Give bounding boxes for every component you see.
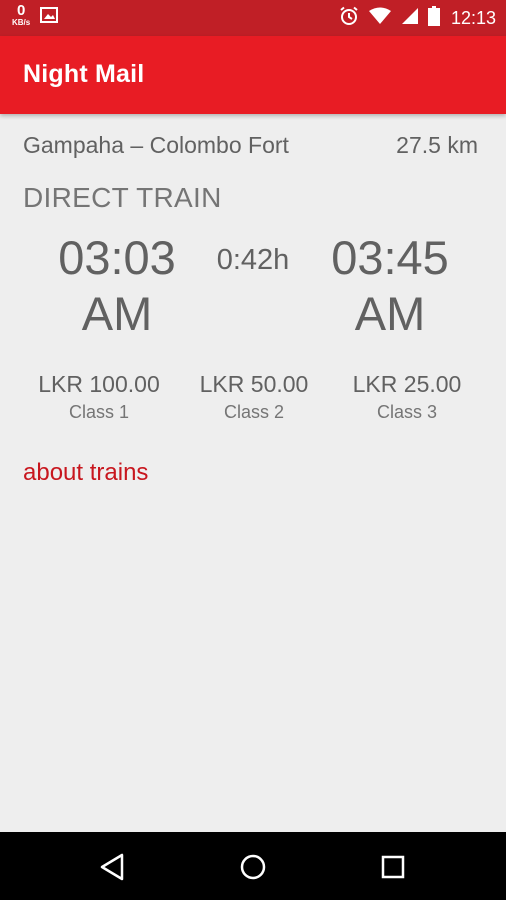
route-distance: 27.5 km: [396, 132, 478, 158]
image-icon: [40, 7, 59, 28]
departure-time: 03:03: [58, 231, 176, 284]
app-bar: Night Mail: [0, 36, 506, 114]
status-left: 0 KB/s: [12, 3, 59, 28]
network-speed-value: 0: [16, 2, 26, 19]
wifi-icon: [368, 7, 392, 30]
arrival-time: 03:45: [331, 231, 449, 284]
departure-period: AM: [81, 287, 153, 340]
fare-class-label: Class 3: [376, 402, 438, 422]
trip-duration: 0:42h: [216, 244, 290, 276]
route-row: Gampaha – Colombo Fort 27.5 km: [23, 132, 478, 159]
recents-icon: [381, 855, 405, 879]
network-speed: 0 KB/s: [12, 3, 30, 27]
network-speed-unit: KB/s: [12, 18, 31, 27]
app-title: Night Mail: [23, 60, 145, 88]
back-button[interactable]: [94, 849, 130, 885]
fare-class-2: LKR 50.00 Class 2: [183, 369, 325, 425]
train-type: DIRECT TRAIN: [23, 182, 222, 213]
arrival-time-block: 03:45 AM: [315, 230, 465, 342]
status-right: 12:13: [339, 0, 496, 36]
route-name: Gampaha – Colombo Fort: [23, 132, 289, 158]
back-icon: [100, 853, 124, 881]
fare-class-1: LKR 100.00 Class 1: [28, 369, 170, 425]
navigation-bar: [0, 832, 506, 900]
departure-time-block: 03:03 AM: [42, 230, 192, 342]
fare-class-label: Class 2: [223, 402, 285, 422]
home-icon: [240, 854, 266, 880]
arrival-period: AM: [354, 287, 426, 340]
recents-button[interactable]: [375, 849, 411, 885]
status-time: 12:13: [450, 7, 496, 28]
status-bar: 0 KB/s 12:13: [0, 0, 506, 36]
fare-class-label: Class 1: [68, 402, 130, 422]
home-button[interactable]: [235, 849, 271, 885]
signal-icon: [401, 7, 419, 30]
fare-price: LKR 50.00: [199, 371, 309, 397]
about-trains-link[interactable]: about trains: [23, 459, 148, 487]
fare-class-3: LKR 25.00 Class 3: [336, 369, 478, 425]
fare-price: LKR 100.00: [38, 371, 160, 397]
battery-icon: [427, 5, 440, 31]
alarm-icon: [339, 6, 359, 31]
fare-price: LKR 25.00: [352, 371, 462, 397]
